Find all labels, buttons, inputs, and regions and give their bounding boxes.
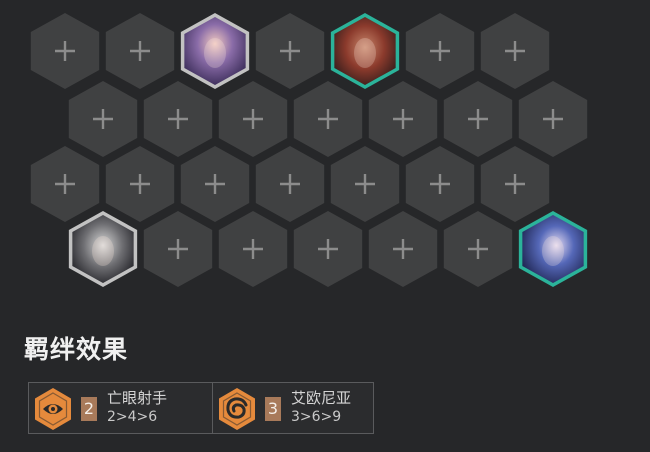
trait-count: 3 <box>265 397 281 421</box>
champion-portrait <box>542 236 564 266</box>
board-hex-empty[interactable] <box>405 13 475 89</box>
board-hex-empty[interactable] <box>30 146 100 222</box>
trait-count: 2 <box>81 397 97 421</box>
board-hex-empty[interactable] <box>405 146 475 222</box>
eye-icon <box>35 388 71 430</box>
board-hex-empty[interactable] <box>330 146 400 222</box>
champion-ashe[interactable] <box>518 210 588 288</box>
board-hex-empty[interactable] <box>480 146 550 222</box>
synergy-title: 羁绊效果 <box>24 335 129 364</box>
champion-portrait <box>92 236 114 266</box>
board-hex-empty[interactable] <box>368 211 438 287</box>
board-hex-empty[interactable] <box>143 211 213 287</box>
champion-irelia[interactable] <box>180 12 250 90</box>
board-hex-empty[interactable] <box>255 13 325 89</box>
board-hex-empty[interactable] <box>368 81 438 157</box>
board-hex-empty[interactable] <box>480 13 550 89</box>
board-hex-empty[interactable] <box>180 146 250 222</box>
trait-levels: 2>4>6 <box>107 409 158 425</box>
board-hex-empty[interactable] <box>518 81 588 157</box>
board-hex-empty[interactable] <box>30 13 100 89</box>
trait-name: 亡眼射手 <box>107 389 168 407</box>
champion-portrait <box>204 38 226 68</box>
board-hex-empty[interactable] <box>143 81 213 157</box>
board-hex-empty[interactable] <box>293 211 363 287</box>
swirl-icon <box>219 388 255 430</box>
board-hex-empty[interactable] <box>68 81 138 157</box>
champion-jhin[interactable] <box>68 210 138 288</box>
board-hex-empty[interactable] <box>218 211 288 287</box>
game-board <box>30 12 588 288</box>
board-hex-empty[interactable] <box>218 81 288 157</box>
board-hex-empty[interactable] <box>293 81 363 157</box>
board-hex-empty[interactable] <box>255 146 325 222</box>
trait-card[interactable]: 3 艾欧尼亚 3>6>9 <box>212 382 374 434</box>
board-hex-empty[interactable] <box>443 81 513 157</box>
champion-portrait <box>354 38 376 68</box>
champion-sett[interactable] <box>330 12 400 90</box>
trait-levels: 3>6>9 <box>291 409 342 425</box>
board-hex-empty[interactable] <box>105 146 175 222</box>
trait-card[interactable]: 2 亡眼射手 2>4>6 <box>28 382 218 434</box>
board-hex-empty[interactable] <box>443 211 513 287</box>
trait-name: 艾欧尼亚 <box>291 389 352 407</box>
board-hex-empty[interactable] <box>105 13 175 89</box>
